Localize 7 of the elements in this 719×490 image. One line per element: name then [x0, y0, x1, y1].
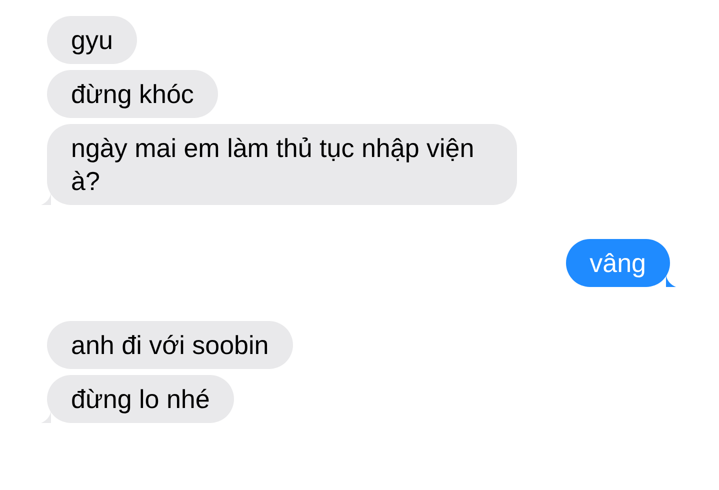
bubble-tail-icon [666, 275, 676, 287]
message-bubble: gyu [47, 16, 137, 64]
message-bubble: đừng lo nhé [47, 375, 234, 423]
message-bubble: ngày mai em làm thủ tục nhập viện à? [47, 124, 517, 205]
message-bubble: anh đi với soobin [47, 321, 293, 369]
message-bubble: vâng [566, 239, 670, 287]
message-bubble: đừng khóc [47, 70, 218, 118]
